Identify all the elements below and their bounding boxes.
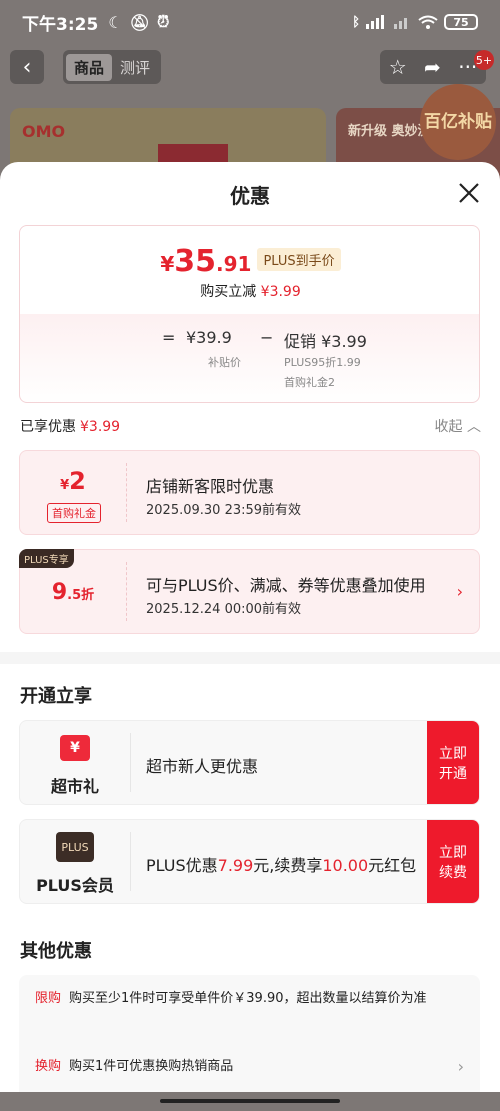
other-offers: 限购 购买至少1件时可享受单件价￥39.90，超出数量以结算价为准 换购 购买1件可… [19,975,480,1105]
status-time: 下午3:25 [22,14,99,35]
coupon-amount: ¥2 [20,467,126,495]
sheet-title: 优惠 [230,184,270,208]
status-bar: 下午3:25 ☾ 🔕︎ ⏰︎ ᛒ 75 [0,0,500,44]
card-icon-area: ¥ 超市礼 [20,721,130,804]
plus-desc-b: 7.99 [217,856,254,875]
enjoyed-discount: 已享优惠 ¥3.99 [20,416,120,436]
chevron-right-icon: › [457,1057,464,1076]
coupon-yen: ¥ [60,478,70,493]
subsidy-seal: 百亿补贴 [420,84,496,160]
bell-off-icon: 🔕︎ [129,12,150,32]
chevron-right-icon[interactable]: › [457,582,463,601]
exchange-tag: 换购 [35,1059,62,1074]
plus-member-desc: PLUS优惠7.99元,续费享10.00元红包 [146,852,416,876]
renew-now-button[interactable]: 立即续费 [427,820,479,903]
limit-text: 购买至少1件时可享受单件价￥39.90，超出数量以结算价为准 [69,991,427,1006]
alarm-icon: ⏰︎ [156,12,170,31]
section-gap [0,652,500,664]
brand-logo: OMO [22,122,66,141]
discount-integer: 9 [51,580,68,605]
coupon-title: 店铺新客限时优惠 [146,477,275,496]
coupon-value: 9.5折 [20,550,126,635]
battery-icon: 75 [444,14,478,30]
instant-discount-amount: ¥3.99 [260,284,301,300]
plus-price-label: PLUS到手价 [257,248,341,271]
discount-sheet: 优惠 ¥ 35 .91 PLUS到手价 购买立减 ¥3.99 = ¥39.9 −… [0,162,500,1111]
plus-member-label: PLUS会员 [36,876,114,895]
price-integer: 35 [174,244,217,279]
coupon-date: 2025.12.24 00:00前有效 [146,602,302,617]
other-section-title: 其他优惠 [20,941,92,962]
nav-actions: ☆ ➦ ··· [380,50,486,84]
plus-desc-e: 元红包 [368,856,417,875]
coupon-divider [126,463,127,522]
minus-sign: − [260,328,274,347]
plus-desc-d: 10.00 [322,856,369,875]
coupon-value: ¥2 首购礼金 [20,451,126,536]
home-indicator[interactable] [160,1099,340,1103]
collapse-label: 收起 [434,419,463,435]
promo-amount: 促销 ¥3.99 [284,332,367,351]
equals-sign: = [162,328,176,347]
limit-tag: 限购 [35,991,62,1006]
exchange-purchase-row[interactable]: 换购 购买1件可优惠换购热销商品 › [35,1057,464,1077]
exchange-text: 购买1件可优惠换购热销商品 [69,1059,234,1074]
coupon-divider [126,562,127,621]
coupon-tag: 首购礼金 [47,503,101,523]
discount-decimal: .5折 [67,588,95,603]
card-divider [130,832,131,891]
promo-detail-plus: PLUS95折1.99 [284,356,361,369]
card-divider [130,733,131,792]
tab-review[interactable]: 测评 [112,54,158,81]
supermarket-gift-label: 超市礼 [50,777,99,796]
plus-logo-icon: PLUS [56,832,94,862]
enjoyed-label: 已享优惠 [20,419,76,435]
open-now-button[interactable]: 立即开通 [427,721,479,804]
subsidy-price: ¥39.9 [186,328,232,347]
price-card: ¥ 35 .91 PLUS到手价 购买立减 ¥3.99 = ¥39.9 − 促销… [19,225,480,403]
plus-member-card: PLUS PLUS会员 PLUS优惠7.99元,续费享10.00元红包 立即续费 [19,819,480,904]
promo-detail-gift: 首购礼金2 [284,376,335,389]
supermarket-gift-card: ¥ 超市礼 超市新人更优惠 立即开通 [19,720,480,805]
instant-discount: 购买立减 ¥3.99 [20,281,481,301]
ticket-icon: ¥ [60,735,90,761]
share-icon[interactable]: ➦ [424,55,441,79]
message-badge: 5+ [474,50,494,70]
final-price: ¥ 35 .91 PLUS到手价 [20,244,481,279]
signal2-icon [394,18,407,29]
supermarket-gift-desc: 超市新人更优惠 [146,757,259,776]
instant-discount-text: 购买立减 [200,284,257,300]
status-right: ᛒ 75 [352,14,478,30]
coupon-title: 可与PLUS价、满减、券等优惠叠加使用 [146,576,426,595]
wifi-icon [418,15,438,29]
card-icon-area: PLUS PLUS会员 [20,820,130,903]
product-nav: ‹ 商品 测评 ☆ ➦ ··· [0,50,500,84]
coupon-date: 2025.09.30 23:59前有效 [146,503,302,518]
star-icon[interactable]: ☆ [389,55,407,79]
limit-purchase-row: 限购 购买至少1件时可享受单件价￥39.90，超出数量以结算价为准 [35,989,464,1009]
promo-banner-text: 新升级 奥妙洗 [348,124,431,139]
plus-desc-c: 元,续费享 [253,856,323,875]
open-section-title: 开通立享 [20,686,92,707]
product-tabs: 商品 测评 [63,50,162,84]
moon-icon: ☾ [108,12,123,32]
collapse-button[interactable]: 收起 ︿ [435,416,481,436]
tab-goods[interactable]: 商品 [66,53,113,81]
close-icon[interactable] [456,180,482,206]
back-button[interactable]: ‹ [10,50,44,84]
coupon-discount: 9.5折 [20,580,126,605]
coupon-card[interactable]: ¥2 首购礼金 店铺新客限时优惠 2025.09.30 23:59前有效 [19,450,480,535]
bluetooth-icon: ᛒ [352,14,360,30]
plus-desc-a: PLUS优惠 [146,856,218,875]
coupon-number: 2 [69,467,86,495]
enjoyed-amount: ¥3.99 [80,419,121,435]
plus-coupon-card[interactable]: PLUS专享 9.5折 可与PLUS价、满减、券等优惠叠加使用 2025.12.… [19,549,480,634]
subsidy-label: 补贴价 [208,356,241,369]
signal-icon [366,15,384,29]
price-decimal: .91 [216,252,252,276]
chevron-up-icon: ︿ [467,419,481,435]
price-yen: ¥ [160,252,175,276]
